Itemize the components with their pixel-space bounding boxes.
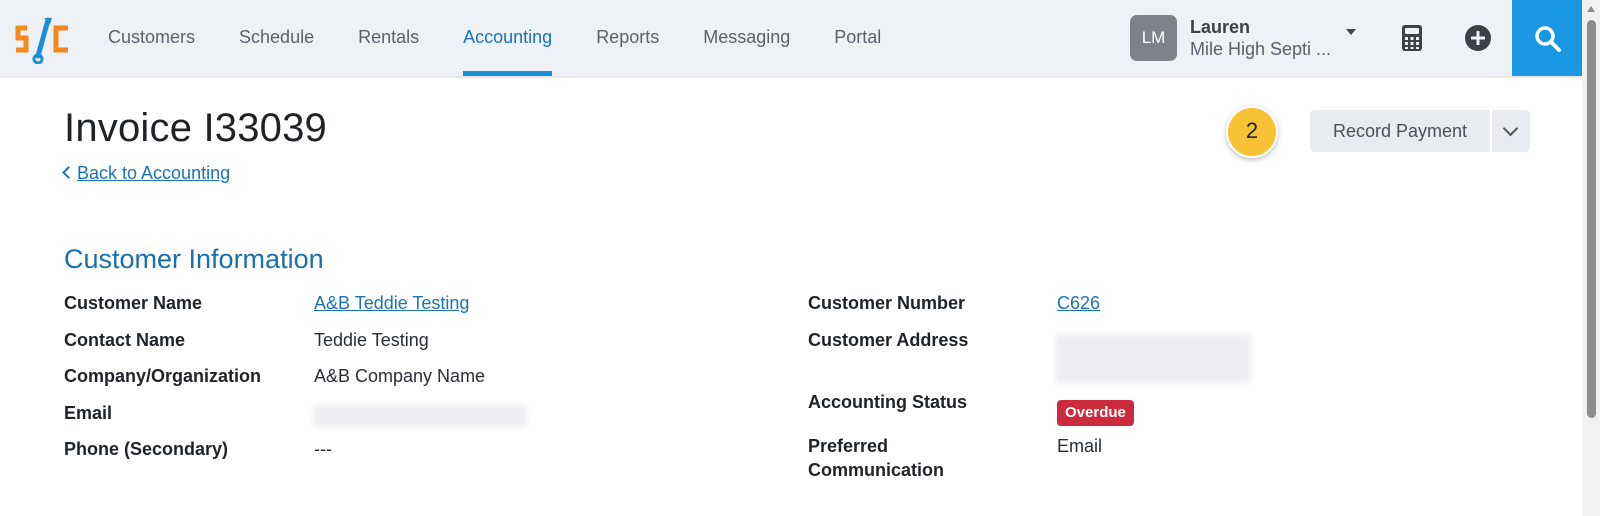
label-phone-secondary: Phone (Secondary): [64, 439, 229, 459]
nav-accounting[interactable]: Accounting: [441, 0, 574, 76]
add-button[interactable]: [1462, 22, 1494, 54]
nav-reports[interactable]: Reports: [574, 0, 681, 76]
search-icon: [1535, 26, 1561, 52]
customer-address-redacted: [1055, 334, 1251, 384]
label-customer-address: Customer Address: [808, 330, 969, 350]
email-value-redacted: [312, 405, 528, 427]
label-email: Email: [64, 403, 113, 423]
back-link-label: Back to Accounting: [77, 163, 231, 183]
label-preferred: Preferred: [808, 436, 889, 456]
caret-down-icon: [1346, 29, 1356, 35]
vertical-scrollbar[interactable]: [1582, 0, 1600, 516]
plus-circle-icon: [1465, 25, 1491, 51]
calculator-icon: [1402, 25, 1422, 51]
top-navigation-bar: Customers Schedule Rentals Accounting Re…: [0, 0, 1582, 76]
search-button[interactable]: [1512, 0, 1582, 76]
nav-schedule[interactable]: Schedule: [217, 0, 336, 76]
label-accounting-status: Accounting Status: [808, 392, 968, 412]
main-nav: Customers Schedule Rentals Accounting Re…: [86, 0, 903, 76]
scrollbar-thumb[interactable]: [1587, 20, 1596, 418]
record-payment-dropdown-toggle[interactable]: [1492, 110, 1530, 152]
label-communication: Communication: [808, 460, 945, 480]
preferred-communication-value: Email: [1057, 436, 1103, 456]
label-customer-number: Customer Number: [808, 293, 966, 313]
nav-rentals[interactable]: Rentals: [336, 0, 441, 76]
nav-customers[interactable]: Customers: [86, 0, 217, 76]
contact-name-value: Teddie Testing: [314, 330, 429, 350]
customer-name-link[interactable]: A&B Teddie Testing: [314, 293, 469, 314]
record-payment-button[interactable]: Record Payment: [1310, 110, 1490, 152]
label-customer-name: Customer Name: [64, 293, 203, 313]
nav-messaging[interactable]: Messaging: [681, 0, 812, 76]
section-title-customer-information: Customer Information: [64, 244, 324, 274]
phone-secondary-value: ---: [314, 439, 332, 459]
scroll-up-arrow-icon[interactable]: [1587, 6, 1595, 12]
chevron-down-icon: [1502, 120, 1519, 137]
avatar: LM: [1130, 15, 1177, 61]
status-badge-overdue: Overdue: [1057, 400, 1134, 426]
label-contact-name: Contact Name: [64, 330, 186, 350]
label-company: Company/Organization: [64, 366, 262, 386]
step-indicator-badge: 2: [1226, 106, 1278, 158]
user-menu[interactable]: LM Lauren Mile High Septi ...: [1130, 15, 1356, 61]
user-organization: Mile High Septi ...: [1190, 39, 1332, 59]
logo-icon: [15, 17, 68, 65]
record-payment-split-button: Record Payment: [1310, 110, 1530, 152]
calculator-button[interactable]: [1396, 22, 1428, 54]
customer-number-link[interactable]: C626: [1057, 293, 1100, 314]
nav-portal[interactable]: Portal: [812, 0, 903, 76]
company-value: A&B Company Name: [314, 366, 486, 386]
chevron-left-icon: [62, 166, 75, 179]
back-to-accounting-link[interactable]: Back to Accounting: [62, 163, 231, 184]
app-logo[interactable]: [14, 16, 70, 65]
page-title: Invoice I33039: [64, 106, 327, 150]
user-name: Lauren: [1190, 17, 1251, 37]
